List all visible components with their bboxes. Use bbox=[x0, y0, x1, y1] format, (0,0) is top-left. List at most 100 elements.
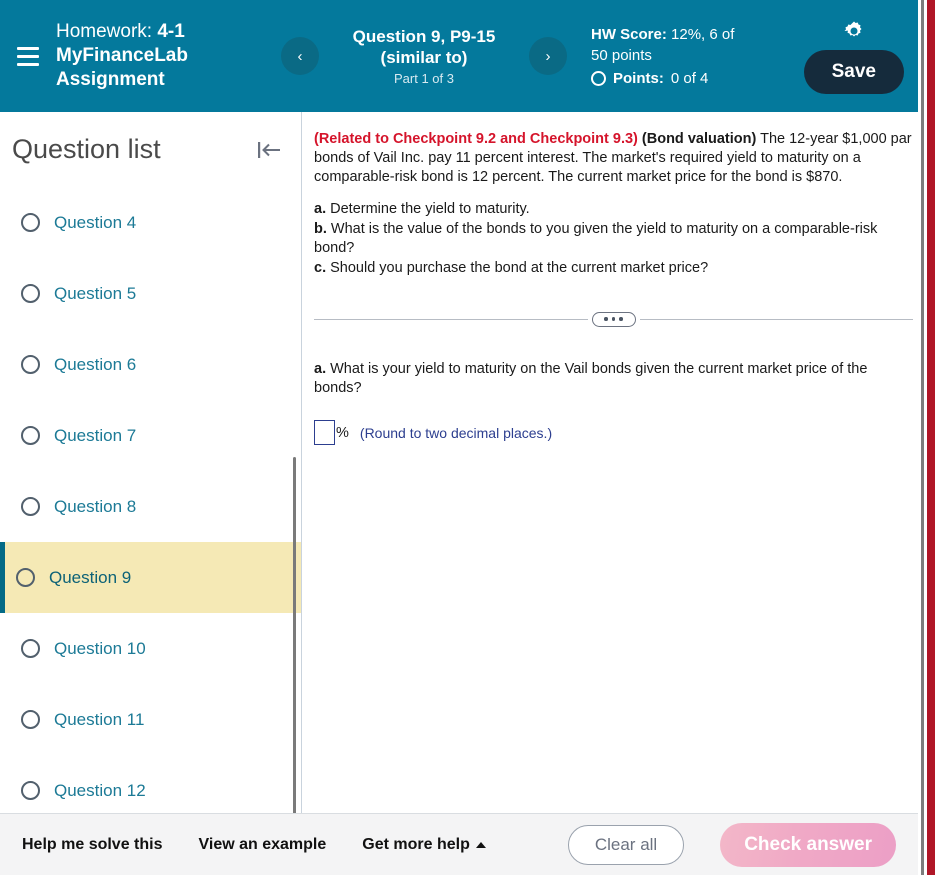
question-list-item-label: Question 12 bbox=[54, 780, 146, 800]
question-list-item-label: Question 7 bbox=[54, 425, 137, 445]
points-row: Points: 0 of 4 bbox=[591, 68, 751, 89]
topic-label: (Bond valuation) bbox=[641, 131, 757, 147]
part-letter: b. bbox=[314, 221, 327, 237]
question-list-item-label: Question 11 bbox=[54, 709, 145, 729]
question-status-radio-icon bbox=[21, 710, 40, 729]
question-status-radio-icon bbox=[21, 284, 40, 303]
answer-input[interactable] bbox=[314, 420, 335, 445]
rounding-instruction: (Round to two decimal places.) bbox=[359, 424, 553, 441]
question-title: Question 9, P9-15 bbox=[352, 27, 496, 46]
sub-question-text: What is your yield to maturity on the Va… bbox=[314, 361, 868, 396]
homework-title: Homework: 4-1 MyFinanceLab Assignment bbox=[56, 20, 261, 92]
part-text: Should you purchase the bond at the curr… bbox=[330, 260, 709, 276]
question-status-radio-icon bbox=[21, 213, 40, 232]
hamburger-icon[interactable] bbox=[8, 46, 48, 66]
homework-number: 4-1 bbox=[157, 21, 185, 42]
part-letter: a. bbox=[314, 201, 327, 217]
caret-up-icon bbox=[475, 841, 486, 848]
check-answer-button[interactable]: Check answer bbox=[720, 822, 896, 867]
hw-score-value-line2: 50 points bbox=[591, 46, 652, 64]
question-list-item[interactable]: Question 4 bbox=[0, 187, 301, 258]
homework-line2: MyFinanceLab bbox=[56, 45, 188, 66]
question-list-item[interactable]: Question 11 bbox=[0, 684, 301, 755]
mylab-question-page: Homework: 4-1 MyFinanceLab Assignment ‹ … bbox=[0, 0, 935, 875]
question-list-sidebar: Question list Question 4 Question 5 Questi… bbox=[0, 112, 302, 813]
page-body: Question list Question 4 Question 5 Questi… bbox=[0, 112, 935, 813]
help-me-solve-this-button[interactable]: Help me solve this bbox=[22, 836, 163, 854]
dot bbox=[611, 317, 616, 321]
get-more-help-button[interactable]: Get more help bbox=[362, 836, 486, 854]
save-button[interactable]: Save bbox=[803, 50, 904, 94]
question-status-radio-icon bbox=[21, 781, 40, 800]
question-status-radio-icon bbox=[21, 497, 40, 516]
part-indicator: Part 1 of 3 bbox=[394, 71, 454, 86]
header-actions: Save bbox=[803, 18, 918, 94]
question-parts: a. Determine the yield to maturity. b. W… bbox=[314, 200, 913, 278]
chevron-right-icon: › bbox=[545, 47, 551, 65]
part-letter: c. bbox=[314, 260, 327, 276]
divider-line-left bbox=[314, 318, 588, 320]
action-toolbar: Help me solve this View an example Get m… bbox=[0, 813, 935, 875]
sub-question-letter: a. bbox=[314, 361, 327, 377]
hamburger-bar bbox=[17, 62, 39, 66]
question-part: b. What is the value of the bonds to you… bbox=[314, 220, 913, 258]
hamburger-bar bbox=[17, 46, 39, 50]
question-list-item[interactable]: Question 10 bbox=[0, 613, 301, 684]
get-more-help-label: Get more help bbox=[362, 835, 470, 853]
question-content: (Related to Checkpoint 9.2 and Checkpoin… bbox=[302, 112, 935, 813]
question-part: c. Should you purchase the bond at the c… bbox=[314, 259, 913, 278]
hw-score-label: HW Score: bbox=[591, 25, 667, 43]
points-value: 0 of 4 bbox=[670, 69, 709, 87]
question-list-item-label: Question 4 bbox=[54, 212, 137, 232]
question-stem: (Related to Checkpoint 9.2 and Checkpoin… bbox=[314, 130, 913, 187]
answer-row: % (Round to two decimal places.) bbox=[314, 420, 913, 445]
question-status-radio-icon bbox=[21, 639, 40, 658]
question-list-item-label: Question 9 bbox=[49, 567, 132, 587]
page-scrollbar-thumb[interactable] bbox=[921, 0, 924, 875]
dot bbox=[619, 317, 623, 321]
question-list-item-label: Question 6 bbox=[54, 354, 137, 374]
related-checkpoint-note: (Related to Checkpoint 9.2 and Checkpoin… bbox=[314, 131, 638, 147]
question-part: a. Determine the yield to maturity. bbox=[314, 200, 913, 219]
homework-label: Homework: bbox=[56, 21, 153, 42]
collapse-left-icon[interactable] bbox=[255, 137, 283, 163]
points-label: Points: bbox=[613, 69, 664, 87]
chevron-left-icon: ‹ bbox=[297, 47, 303, 65]
question-list-item[interactable]: Question 12 bbox=[0, 755, 301, 813]
sub-question: a. What is your yield to maturity on the… bbox=[314, 360, 904, 398]
points-status-icon bbox=[591, 70, 606, 86]
question-list-item-label: Question 8 bbox=[54, 496, 137, 516]
gear-icon[interactable] bbox=[841, 18, 867, 44]
part-text: Determine the yield to maturity. bbox=[330, 201, 530, 217]
question-list-item[interactable]: Question 6 bbox=[0, 329, 301, 400]
help-me-solve-this-label: Help me solve this bbox=[22, 835, 163, 853]
question-list-item[interactable]: Question 8 bbox=[0, 471, 301, 542]
next-question-button[interactable]: › bbox=[529, 37, 567, 75]
question-status-radio-icon bbox=[16, 568, 35, 587]
question-list-item-label: Question 10 bbox=[54, 638, 146, 658]
part-text: What is the value of the bonds to you gi… bbox=[314, 221, 878, 256]
question-list-item[interactable]: Question 7 bbox=[0, 400, 301, 471]
app-header: Homework: 4-1 MyFinanceLab Assignment ‹ … bbox=[0, 0, 935, 112]
section-divider bbox=[314, 308, 913, 330]
percent-symbol: % bbox=[336, 424, 349, 441]
clear-all-button[interactable]: Clear all bbox=[567, 824, 685, 865]
hw-score-value: 12%, 6 of bbox=[671, 25, 735, 43]
question-list-item[interactable]: Question 9 bbox=[0, 542, 301, 613]
divider-line-right bbox=[639, 318, 913, 320]
question-status-radio-icon bbox=[21, 426, 40, 445]
previous-question-button[interactable]: ‹ bbox=[281, 37, 319, 75]
dot bbox=[604, 317, 608, 321]
question-navigator: ‹ Question 9, P9-15 (similar to) Part 1 … bbox=[281, 26, 567, 86]
question-list-item[interactable]: Question 5 bbox=[0, 258, 301, 329]
view-an-example-button[interactable]: View an example bbox=[199, 836, 327, 854]
hamburger-bar bbox=[17, 54, 39, 58]
question-list: Question 4 Question 5 Question 6 Question 7… bbox=[0, 187, 301, 813]
sidebar-header: Question list bbox=[0, 112, 301, 175]
right-edge-accent bbox=[927, 0, 935, 875]
sidebar-scrollbar[interactable] bbox=[293, 457, 296, 813]
current-question-info: Question 9, P9-15 (similar to) Part 1 of… bbox=[329, 26, 519, 86]
question-status-radio-icon bbox=[21, 355, 40, 374]
ellipsis-pill-icon[interactable] bbox=[591, 311, 636, 327]
homework-line3: Assignment bbox=[56, 69, 165, 90]
